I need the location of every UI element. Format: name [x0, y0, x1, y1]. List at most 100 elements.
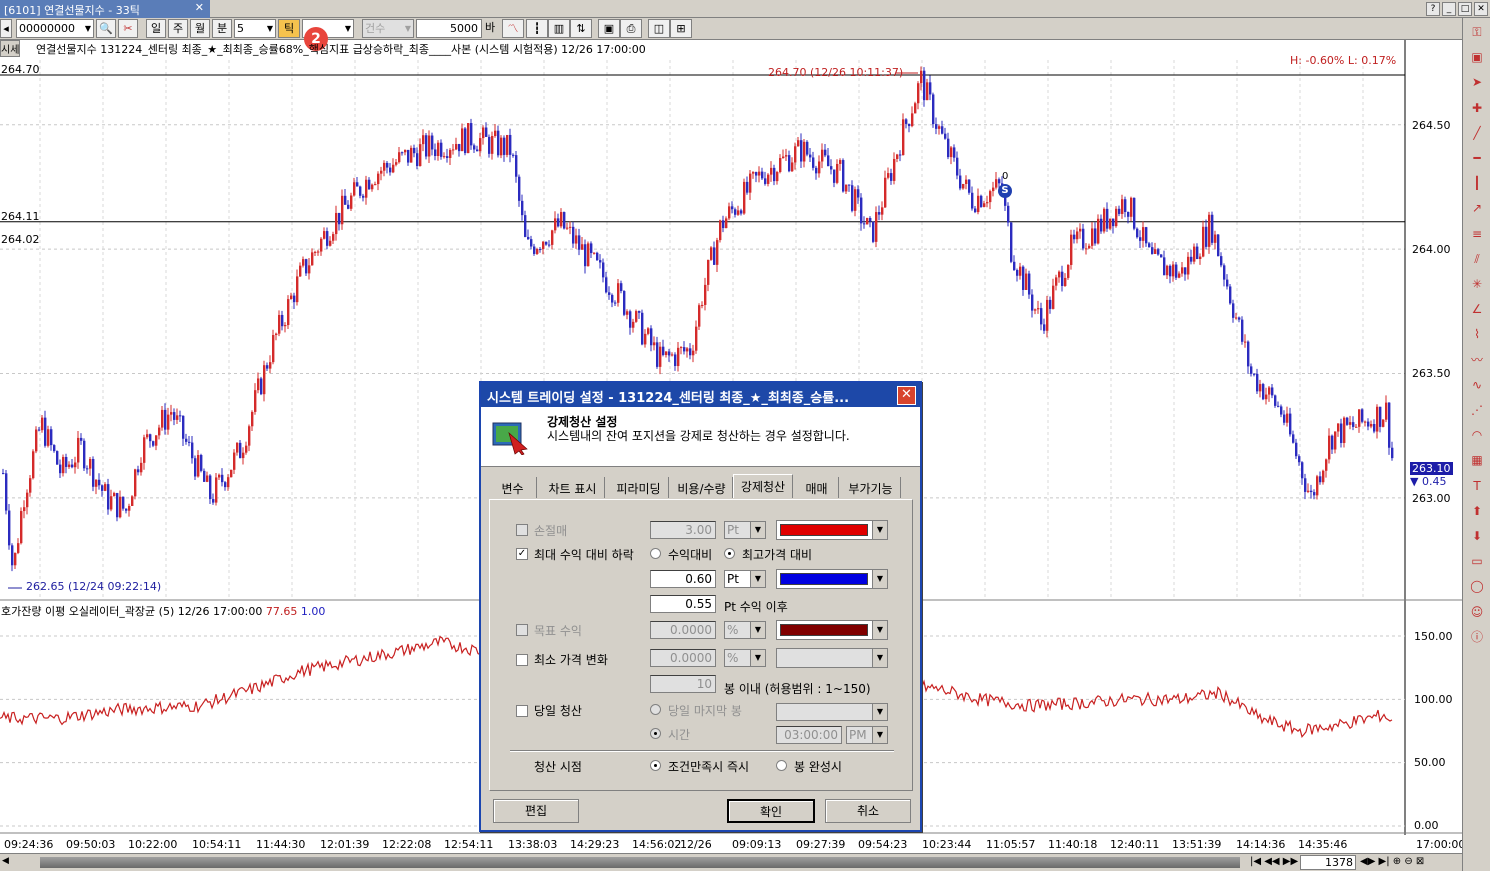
edit-button[interactable]: 편집: [493, 799, 579, 823]
immediate-radio[interactable]: [650, 760, 661, 771]
scroll-overview[interactable]: [40, 857, 1240, 868]
angle-icon[interactable]: ∠: [1467, 299, 1487, 319]
period-minute-button[interactable]: 분: [212, 19, 232, 38]
period-day-button[interactable]: 일: [146, 19, 166, 38]
minute-combo[interactable]: 5 ▼: [234, 19, 276, 38]
price-bar: [539, 249, 542, 251]
window-tab[interactable]: [6101] 연결선물지수 - 33틱 ✕: [0, 0, 210, 18]
trend-line-icon[interactable]: ╱: [1467, 123, 1487, 143]
text-icon[interactable]: T: [1467, 476, 1487, 496]
pattern-icon[interactable]: 〰: [1467, 350, 1487, 370]
search-icon[interactable]: 🔍: [96, 19, 116, 38]
last-bar-radio[interactable]: [650, 704, 661, 715]
max-profit-drop-unit-select[interactable]: Pt ▼: [724, 570, 766, 588]
period-month-button[interactable]: 월: [190, 19, 210, 38]
profit-based-radio[interactable]: [650, 548, 661, 559]
chart-scrollbar[interactable]: ◀ |◀ ◀◀ ▶▶ 1378 ◀▶ ▶| ⊕ ⊖ ⊠: [0, 853, 1462, 871]
signal-marker[interactable]: S: [998, 184, 1012, 198]
ampm-select[interactable]: PM ▼: [846, 726, 888, 744]
tab-pyramiding[interactable]: 피라미딩: [609, 477, 669, 498]
fan-icon[interactable]: ⋰: [1467, 400, 1487, 420]
dialog-close-button[interactable]: ✕: [897, 386, 916, 405]
toolbar-scroll-left-icon[interactable]: ◂: [0, 19, 12, 38]
gann-icon[interactable]: ✳: [1467, 274, 1487, 294]
horizontal-line-icon[interactable]: ━: [1467, 148, 1487, 168]
arrow-line-icon[interactable]: ↗: [1467, 198, 1487, 218]
same-day-exit-checkbox[interactable]: [516, 705, 528, 717]
search-cancel-icon[interactable]: ✂: [118, 19, 138, 38]
target-profit-checkbox[interactable]: [516, 624, 528, 636]
stop-loss-color-select[interactable]: ▼: [776, 520, 888, 540]
wave-icon[interactable]: ∿: [1467, 375, 1487, 395]
tick-button[interactable]: 틱: [278, 19, 300, 38]
bar-complete-radio[interactable]: [776, 760, 787, 771]
circle-icon[interactable]: ◯: [1467, 576, 1487, 596]
bars-input[interactable]: 5000: [416, 19, 482, 38]
grid-icon[interactable]: ▦: [1467, 450, 1487, 470]
count-combo[interactable]: 건수 ▼: [362, 19, 414, 38]
period-week-button[interactable]: 주: [168, 19, 188, 38]
close-button[interactable]: ✕: [1474, 2, 1488, 16]
max-profit-drop-checkbox[interactable]: ✓: [516, 548, 528, 560]
vertical-line-icon[interactable]: ┃: [1467, 173, 1487, 193]
tab-force-exit[interactable]: 강제청산: [733, 474, 793, 498]
tab-variables[interactable]: 변수: [489, 477, 537, 498]
lock-icon[interactable]: ⚿: [1467, 22, 1487, 42]
scroll-count-input[interactable]: 1378: [1300, 855, 1356, 870]
zoom-controls-icon[interactable]: ◀▶ ▶| ⊕ ⊖ ⊠: [1360, 856, 1424, 867]
scroll-left-icon[interactable]: ◀: [2, 856, 16, 869]
crosshair-icon[interactable]: ✚: [1467, 98, 1487, 118]
window-icon[interactable]: ▣: [1467, 47, 1487, 67]
stop-loss-unit-select[interactable]: Pt ▼: [724, 521, 766, 539]
grid-view-icon[interactable]: ⊞: [670, 19, 692, 38]
candle-chart-icon[interactable]: ┇: [526, 19, 548, 38]
pointer-icon[interactable]: ➤: [1467, 72, 1487, 92]
min-price-change-color-select[interactable]: ▼: [776, 648, 888, 668]
tab-chart-display[interactable]: 차트 표시: [541, 477, 605, 498]
last-bar-select[interactable]: ▼: [776, 703, 888, 721]
tab-trade[interactable]: 매매: [795, 477, 839, 498]
fibonacci-icon[interactable]: ≡: [1467, 224, 1487, 244]
bar-chart-icon[interactable]: ▥: [548, 19, 570, 38]
target-profit-unit-select[interactable]: % ▼: [724, 621, 766, 639]
code-combo[interactable]: 00000000 ▼: [16, 19, 94, 38]
help-button[interactable]: ?: [1426, 2, 1440, 16]
chart-header-tag[interactable]: 시세: [0, 40, 21, 57]
target-profit-input[interactable]: 0.0000: [650, 621, 716, 639]
bars-within-input[interactable]: 10: [650, 675, 716, 693]
save-icon[interactable]: ▣: [598, 19, 620, 38]
split-view-icon[interactable]: ◫: [648, 19, 670, 38]
target-profit-color-select[interactable]: ▼: [776, 620, 888, 640]
channel-icon[interactable]: ⫽: [1467, 249, 1487, 269]
ok-button[interactable]: 확인: [727, 799, 815, 823]
down-arrow-icon[interactable]: ⬇: [1467, 526, 1487, 546]
max-profit-drop-input[interactable]: 0.60: [650, 570, 716, 588]
exit-time-input[interactable]: 03:00:00: [776, 726, 842, 744]
min-price-change-checkbox[interactable]: [516, 654, 528, 666]
line-chart-icon[interactable]: 〽: [502, 19, 524, 38]
rect-icon[interactable]: ▭: [1467, 551, 1487, 571]
tab-additional[interactable]: 부가기능: [841, 477, 901, 498]
scroll-nav-icon[interactable]: |◀ ◀◀ ▶▶: [1250, 856, 1298, 867]
tab-close-icon[interactable]: ✕: [195, 1, 204, 14]
up-arrow-icon[interactable]: ⬆: [1467, 501, 1487, 521]
highest-price-radio[interactable]: [724, 548, 735, 559]
print-icon[interactable]: ⎙: [620, 19, 642, 38]
stop-loss-checkbox[interactable]: [516, 524, 528, 536]
min-price-change-input[interactable]: 0.0000: [650, 649, 716, 667]
tab-cost-quantity[interactable]: 비용/수량: [671, 477, 733, 498]
min-price-change-unit-select[interactable]: % ▼: [724, 649, 766, 667]
profit-threshold-input[interactable]: 0.55: [650, 595, 716, 613]
cycle-icon[interactable]: ⌇: [1467, 324, 1487, 344]
arc-icon[interactable]: ◠: [1467, 425, 1487, 445]
time-radio[interactable]: [650, 728, 661, 739]
price-axis-label: 264.00: [1412, 243, 1451, 256]
sort-icon[interactable]: ⇅: [570, 19, 592, 38]
smile-icon[interactable]: ☺: [1467, 602, 1487, 622]
cancel-button[interactable]: 취소: [825, 799, 911, 823]
max-profit-drop-color-select[interactable]: ▼: [776, 569, 888, 589]
minimize-button[interactable]: _: [1442, 2, 1456, 16]
info-icon[interactable]: ⓘ: [1467, 627, 1487, 647]
maximize-button[interactable]: □: [1458, 2, 1472, 16]
stop-loss-input[interactable]: 3.00: [650, 521, 716, 539]
